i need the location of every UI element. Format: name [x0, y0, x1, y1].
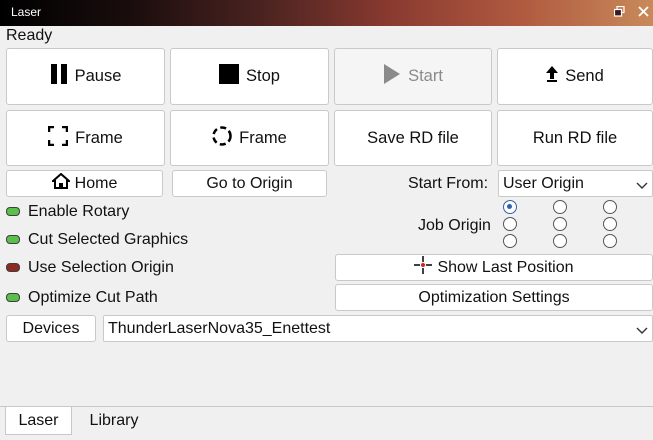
enable-rotary-label: Enable Rotary — [28, 203, 130, 220]
start-from-label: Start From: — [408, 175, 489, 192]
pause-label: Pause — [74, 67, 122, 85]
stop-button[interactable]: Stop — [170, 48, 329, 105]
devices-button[interactable]: Devices — [6, 315, 96, 342]
devices-label: Devices — [22, 319, 80, 337]
job-origin-label: Job Origin — [418, 217, 491, 234]
use-selection-origin-label: Use Selection Origin — [28, 259, 174, 276]
stop-label: Stop — [246, 67, 280, 85]
optimize-cut-path-label: Optimize Cut Path — [28, 289, 158, 306]
send-button[interactable]: Send — [497, 48, 653, 105]
home-label: Home — [74, 174, 118, 192]
status-text: Ready — [6, 27, 53, 44]
home-button[interactable]: Home — [6, 170, 163, 197]
frame-circle-button[interactable]: Frame — [170, 110, 329, 166]
pause-button[interactable]: Pause — [6, 48, 165, 105]
chevron-down-icon — [636, 323, 648, 335]
frame-rectangle-icon — [47, 125, 69, 151]
frame-circle-label: Frame — [239, 128, 287, 147]
stop-icon — [219, 64, 240, 89]
job-origin-bottom-left-radio[interactable] — [503, 234, 517, 248]
job-origin-top-right-radio[interactable] — [603, 200, 617, 214]
tab-library[interactable]: Library — [75, 407, 153, 435]
float-window-icon[interactable] — [611, 4, 627, 22]
play-icon — [383, 64, 401, 89]
tab-laser[interactable]: Laser — [5, 407, 72, 435]
frame-rect-label: Frame — [75, 128, 123, 147]
optimization-settings-button[interactable]: Optimization Settings — [335, 284, 653, 311]
start-from-value: User Origin — [503, 174, 584, 192]
run-rd-label: Run RD file — [532, 128, 618, 147]
job-origin-top-center-radio[interactable] — [553, 200, 567, 214]
optimize-cut-path-toggle[interactable] — [6, 293, 20, 302]
start-from-select[interactable]: User Origin — [498, 170, 653, 197]
save-rd-button[interactable]: Save RD file — [334, 110, 492, 166]
cut-selected-graphics-toggle[interactable] — [6, 235, 20, 244]
enable-rotary-toggle[interactable] — [6, 207, 20, 216]
device-value: ThunderLaserNova35_Enettest — [108, 319, 331, 337]
optimization-settings-label: Optimization Settings — [418, 288, 570, 306]
window-title: Laser — [11, 5, 42, 19]
run-rd-button[interactable]: Run RD file — [497, 110, 653, 166]
job-origin-center-radio[interactable] — [553, 217, 567, 231]
start-button[interactable]: Start — [334, 48, 492, 105]
show-last-position-button[interactable]: Show Last Position — [335, 254, 653, 281]
job-origin-top-left-radio[interactable] — [503, 200, 517, 214]
close-icon[interactable] — [635, 4, 651, 22]
frame-circle-icon — [212, 125, 232, 151]
home-icon — [49, 172, 72, 194]
show-last-position-label: Show Last Position — [437, 258, 574, 276]
save-rd-label: Save RD file — [367, 128, 459, 147]
job-origin-middle-left-radio[interactable] — [503, 217, 517, 231]
cut-selected-graphics-label: Cut Selected Graphics — [28, 231, 189, 248]
device-select[interactable]: ThunderLaserNova35_Enettest — [103, 315, 653, 342]
frame-rect-button[interactable]: Frame — [6, 110, 165, 166]
job-origin-bottom-center-radio[interactable] — [553, 234, 567, 248]
go-to-origin-button[interactable]: Go to Origin — [172, 170, 327, 197]
job-origin-middle-right-radio[interactable] — [603, 217, 617, 231]
send-label: Send — [565, 67, 604, 85]
crosshair-icon — [414, 256, 433, 279]
use-selection-origin-toggle[interactable] — [6, 263, 20, 272]
upload-arrow-icon — [546, 66, 559, 87]
start-label: Start — [408, 67, 443, 85]
pause-icon — [50, 64, 68, 89]
go-to-origin-label: Go to Origin — [206, 174, 293, 192]
job-origin-bottom-right-radio[interactable] — [603, 234, 617, 248]
chevron-down-icon — [636, 178, 648, 190]
title-bar — [0, 0, 653, 26]
